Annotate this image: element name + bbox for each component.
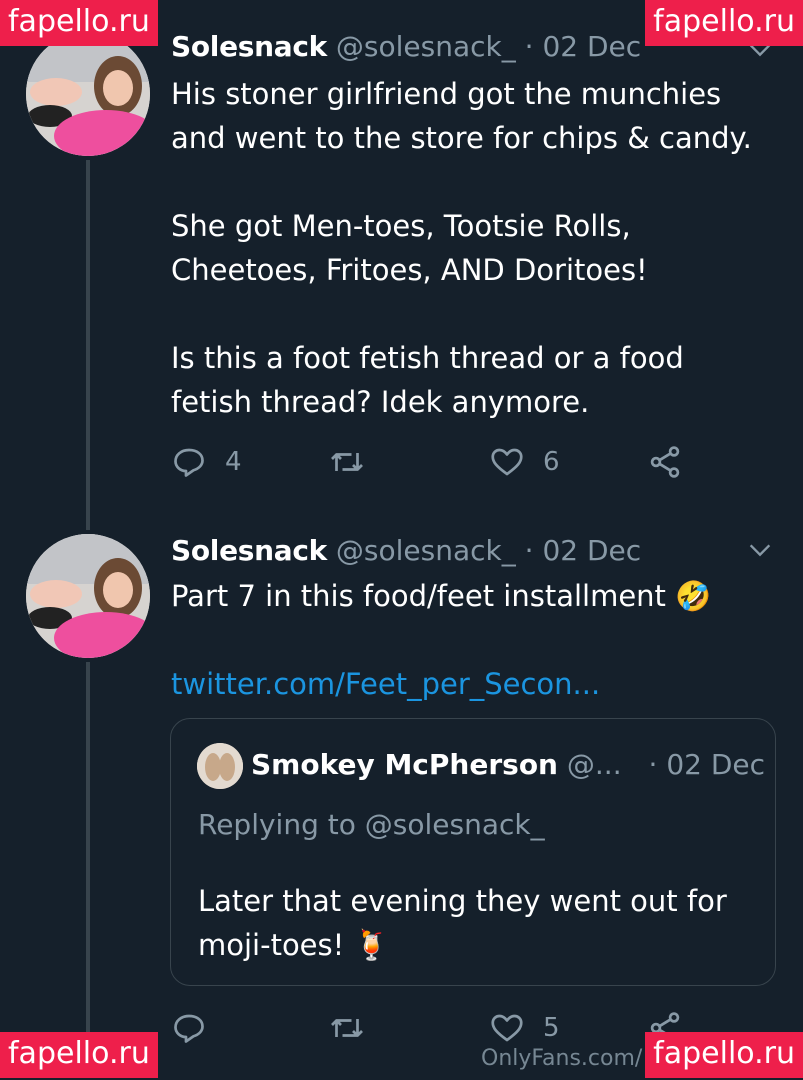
tweet-link[interactable]: twitter.com/Feet_per_Secon...	[171, 664, 600, 704]
like-count: 5	[543, 1013, 560, 1043]
tweet-paragraph: His stoner girlfriend got the munchies a…	[171, 77, 752, 155]
share-button[interactable]	[647, 444, 683, 480]
retweet-icon	[331, 453, 363, 471]
chevron-down-icon[interactable]	[746, 536, 774, 564]
reply-icon	[174, 1014, 204, 1043]
tweet-date[interactable]: 02 Dec	[542, 534, 641, 567]
quoted-tweet[interactable]: Smokey McPherson @... · 02 Dec Replying …	[170, 718, 776, 986]
reply-button[interactable]	[171, 1010, 225, 1046]
reply-icon	[174, 448, 204, 477]
quote-header: Smokey McPherson @... · 02 Dec	[251, 747, 765, 783]
tweet-header: Solesnack @solesnack_ · 02 Dec	[171, 534, 641, 568]
like-button[interactable]: 5	[489, 1010, 560, 1046]
like-icon	[491, 1014, 523, 1042]
reply-button[interactable]: 4	[171, 444, 242, 480]
quote-date: 02 Dec	[666, 748, 766, 781]
quote-handle: @...	[566, 748, 622, 781]
watermark-top-right: fapello.ru	[645, 0, 803, 46]
tweet-actions: 4 6	[171, 444, 691, 488]
like-count: 6	[543, 447, 560, 477]
separator-dot: ·	[524, 534, 534, 567]
tweet-paragraph: Is this a foot fetish thread or a food f…	[171, 341, 684, 419]
thread-line-lower	[86, 662, 90, 1052]
tweet-body: His stoner girlfriend got the munchies a…	[171, 72, 771, 424]
display-name[interactable]: Solesnack	[171, 30, 327, 63]
display-name[interactable]: Solesnack	[171, 534, 327, 567]
avatar[interactable]	[26, 32, 150, 156]
retweet-button[interactable]	[329, 1010, 383, 1046]
thread-line-upper	[86, 160, 90, 530]
separator-dot: ·	[524, 30, 534, 63]
share-icon	[650, 446, 680, 478]
watermark-bottom-left: fapello.ru	[0, 1032, 158, 1078]
tweet-body: Part 7 in this food/feet installment 🤣	[171, 574, 771, 618]
quote-display-name: Smokey McPherson	[251, 748, 558, 781]
tweet-paragraph: Part 7 in this food/feet installment 🤣	[171, 579, 712, 613]
separator-dot: ·	[648, 748, 658, 781]
handle[interactable]: @solesnack_	[336, 30, 516, 63]
tweet-paragraph: She got Men-toes, Tootsie Rolls, Cheetoe…	[171, 209, 648, 287]
quote-avatar	[197, 743, 243, 789]
like-button[interactable]: 6	[489, 444, 560, 480]
footer-watermark: OnlyFans.com/	[481, 1046, 643, 1071]
quote-replying-to: Replying to @solesnack_	[198, 808, 545, 841]
retweet-icon	[331, 1019, 363, 1037]
watermark-top-left: fapello.ru	[0, 0, 158, 46]
avatar[interactable]	[26, 534, 150, 658]
watermark-bottom-right: fapello.ru	[645, 1032, 803, 1078]
handle[interactable]: @solesnack_	[336, 534, 516, 567]
tweet-date[interactable]: 02 Dec	[542, 30, 641, 63]
like-icon	[491, 448, 523, 476]
reply-count: 4	[225, 447, 242, 477]
quote-text: Later that evening they went out for moj…	[198, 884, 727, 962]
tweet-header: Solesnack @solesnack_ · 02 Dec	[171, 30, 641, 64]
retweet-button[interactable]	[329, 444, 383, 480]
